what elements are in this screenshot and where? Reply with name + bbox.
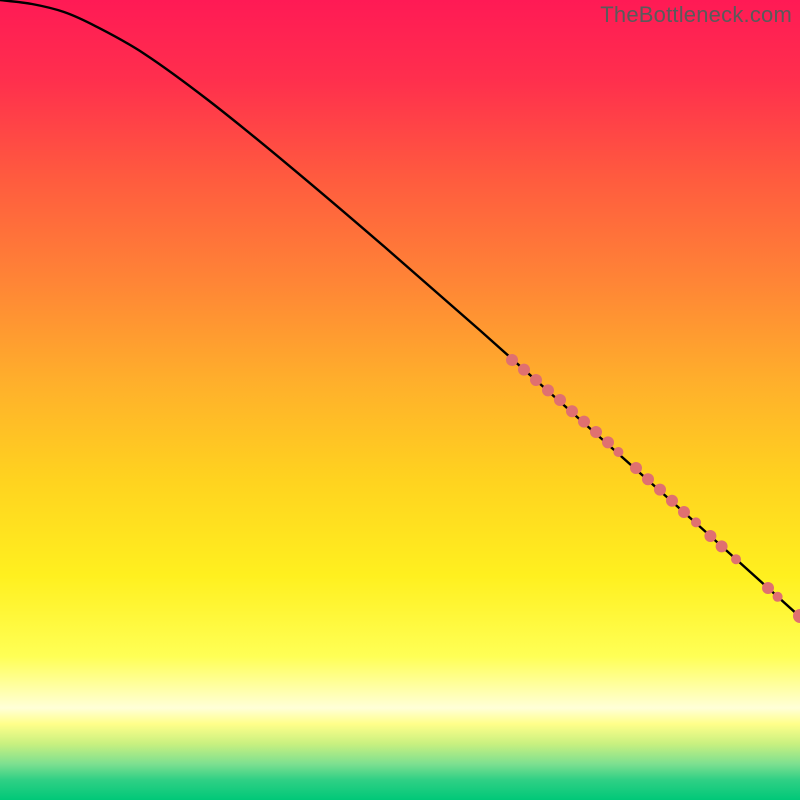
- chart-stage: TheBottleneck.com: [0, 0, 800, 800]
- background-gradient: [0, 0, 800, 800]
- watermark-text: TheBottleneck.com: [600, 2, 792, 28]
